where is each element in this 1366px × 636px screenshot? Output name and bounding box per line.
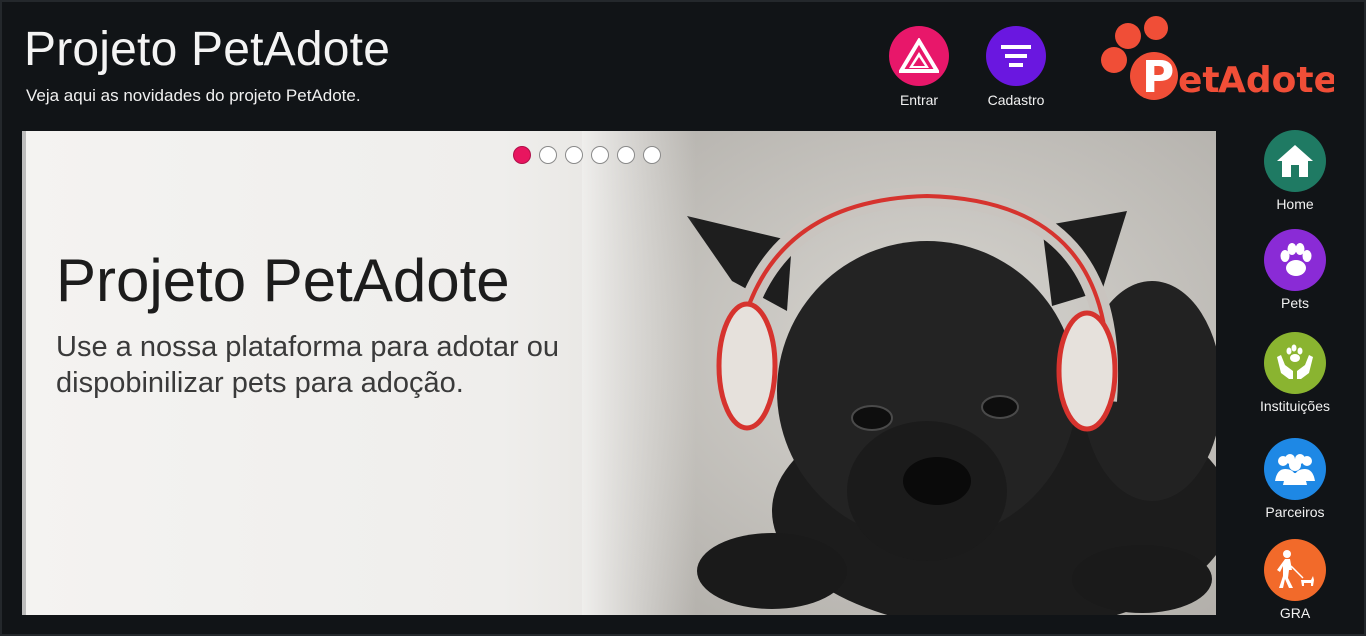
side-nav-home-label: Home <box>1276 196 1314 212</box>
slider-dot-5[interactable] <box>617 146 635 164</box>
hero-text: Use a nossa plataforma para adotar ou di… <box>56 331 559 399</box>
paw-icon <box>1264 229 1326 291</box>
side-nav-pets-label: Pets <box>1280 295 1309 311</box>
hero-title: Projeto PetAdote <box>56 247 510 314</box>
slider-dot-4[interactable] <box>591 146 609 164</box>
side-nav-institutions[interactable]: Instituições <box>1246 332 1344 414</box>
svg-text:P: P <box>1142 52 1174 102</box>
register-button[interactable]: Cadastro <box>981 26 1051 108</box>
hands-paw-icon <box>1264 332 1326 394</box>
side-nav-partners[interactable]: Parceiros <box>1246 438 1344 520</box>
group-icon <box>1264 438 1326 500</box>
svg-text:et: et <box>1178 60 1220 101</box>
register-label: Cadastro <box>987 92 1045 108</box>
slider-dot-6[interactable] <box>643 146 661 164</box>
svg-text:Adote: Adote <box>1218 60 1334 101</box>
slider-edge <box>22 131 26 615</box>
slider-dot-1[interactable] <box>513 146 531 164</box>
side-nav-pets[interactable]: Pets <box>1246 229 1344 311</box>
login-label: Entrar <box>899 92 939 108</box>
hero-slider[interactable]: Projeto PetAdote Use a nossa plataforma … <box>22 131 1216 615</box>
side-nav-institutions-label: Instituições <box>1259 398 1331 414</box>
hero-puppy-image <box>582 131 1216 615</box>
home-icon <box>1264 130 1326 192</box>
side-nav-gra[interactable]: GRA <box>1246 539 1344 621</box>
slider-dots <box>513 146 661 164</box>
slider-dot-2[interactable] <box>539 146 557 164</box>
slider-dot-3[interactable] <box>565 146 583 164</box>
walking-dog-icon <box>1264 539 1326 601</box>
side-nav-partners-label: Parceiros <box>1265 504 1325 520</box>
side-nav-gra-label: GRA <box>1279 605 1311 621</box>
login-triangle-icon <box>889 26 949 86</box>
petadote-logo[interactable]: P et Adote <box>1098 14 1338 103</box>
menu-lines-icon <box>986 26 1046 86</box>
site-title: Projeto PetAdote <box>24 23 391 76</box>
site-subtitle: Veja aqui as novidades do projeto PetAdo… <box>26 86 361 105</box>
side-nav-home[interactable]: Home <box>1246 130 1344 212</box>
login-button[interactable]: Entrar <box>884 26 954 108</box>
